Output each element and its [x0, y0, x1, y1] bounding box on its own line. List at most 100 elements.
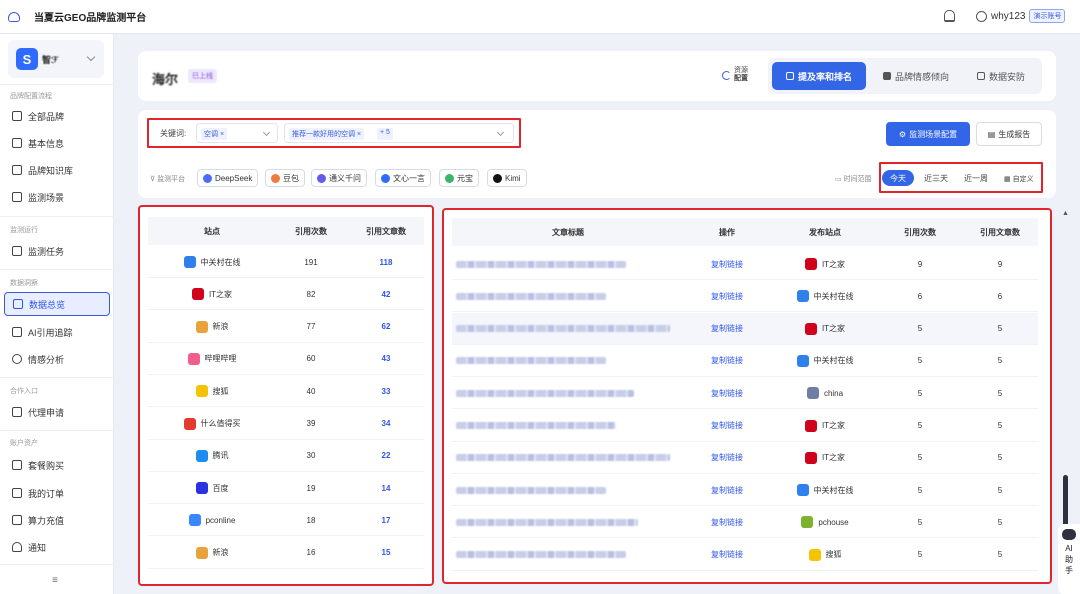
platform-chip-3[interactable]: 文心一言 [375, 169, 431, 187]
copy-link-button[interactable]: 复制链接 [684, 377, 770, 409]
resource-config-button[interactable]: 资源 配置 [722, 67, 748, 83]
article-title-cell[interactable] [456, 442, 684, 474]
sidebar-item-buy-plan[interactable]: 套餐购买 [4, 453, 110, 477]
ai-assistant-button[interactable]: AI 助 手 [1058, 524, 1080, 594]
header-site: 站点 [204, 226, 220, 236]
sidebar-item-orders[interactable]: 我的订单 [4, 481, 110, 505]
publish-site-cell: 中关村在线 [770, 280, 880, 312]
platform-chip-5[interactable]: Kimi [487, 169, 527, 187]
copy-link-button[interactable]: 复制链接 [684, 539, 770, 571]
copy-link-button[interactable]: 复制链接 [684, 474, 770, 506]
article-title-cell[interactable] [456, 280, 684, 312]
table-row: 复制链接 中关村在线 5 5 [452, 474, 1038, 507]
sidebar-item-knowledge-base[interactable]: 品牌知识库 [4, 158, 110, 182]
time-week-button[interactable]: 近一周 [958, 170, 994, 186]
site-cell: 搜狐 [148, 375, 276, 407]
copy-link-button[interactable]: 复制链接 [684, 410, 770, 442]
article-count: 14 [381, 483, 391, 493]
scene-chip[interactable]: 推荐一款好用的空调 × [289, 128, 365, 140]
bell-icon [12, 542, 22, 552]
platform-chip-0[interactable]: DeepSeek [197, 169, 259, 187]
sidebar-item-notifications[interactable]: 通知 [4, 535, 110, 559]
copy-link-button[interactable]: 复制链接 [684, 506, 770, 538]
keyword-chip[interactable]: 空调 × [201, 128, 228, 140]
table-row: 复制链接 IT之家 5 5 [452, 442, 1038, 474]
tab-mention-ranking[interactable]: 提及率和排名 [772, 62, 866, 90]
time-today-button[interactable]: 今天 [882, 170, 914, 186]
publish-site-cell: IT之家 [770, 248, 880, 280]
sidebar-item-all-brands[interactable]: 全部品牌 [4, 104, 110, 128]
keyword-select[interactable]: 空调 × [196, 123, 278, 143]
platform-chip-4[interactable]: 元宝 [439, 169, 479, 187]
bell-icon[interactable] [944, 10, 955, 22]
custom-range-button[interactable]: ▦ 自定义 [1004, 174, 1034, 184]
brand-status-tag: 已上线 [188, 69, 217, 83]
copy-link-button[interactable]: 复制链接 [684, 313, 770, 345]
tab-data-security[interactable]: 数据安防 [964, 62, 1038, 90]
group-label-insights: 数据洞察 [10, 280, 38, 287]
platform-name: 元宝 [457, 173, 473, 183]
site-logo-icon [801, 516, 814, 529]
article-title-cell[interactable] [456, 313, 684, 345]
tab-sentiment[interactable]: 品牌情感倾向 [872, 62, 960, 90]
document-icon [12, 138, 22, 148]
site-logo-icon [195, 320, 208, 333]
scene-more-chip[interactable]: + 5 [377, 128, 393, 140]
article-title-cell[interactable] [456, 410, 684, 442]
time-3days-button[interactable]: 近三天 [918, 170, 954, 186]
scene-config-button[interactable]: ⚙ 监测场景配置 [886, 122, 970, 146]
brand-switcher[interactable]: S 智ℱ [8, 40, 104, 78]
blurred-title [456, 292, 606, 300]
sidebar-item-agent-apply[interactable]: 代理申请 [4, 400, 110, 424]
sidebar-item-sentiment[interactable]: 情感分析 [4, 347, 110, 371]
copy-link-button[interactable]: 复制链接 [684, 442, 770, 474]
site-logo-icon [183, 417, 196, 430]
table-row: 搜狐 40 33 [148, 375, 424, 408]
header-title: 文章标题 [552, 227, 584, 237]
sidebar-item-basic-info[interactable]: 基本信息 [4, 131, 110, 155]
table-row: 哔哩哔哩 60 43 [148, 343, 424, 375]
sidebar-item-monitor-tasks[interactable]: 监测任务 [4, 239, 110, 263]
sidebar-item-monitor-scenes[interactable]: 监测场景 [4, 185, 110, 209]
wallet-icon [12, 515, 22, 525]
keyword-chip-label: 空调 [204, 131, 218, 138]
site-logo-icon [195, 449, 208, 462]
table-row: 新浪 77 62 [148, 311, 424, 343]
platform-chip-1[interactable]: 豆包 [265, 169, 305, 187]
sidebar-item-label: 代理申请 [28, 407, 65, 418]
platform-chip-2[interactable]: 通义千问 [311, 169, 367, 187]
user-menu[interactable]: why123 演示账号 [976, 9, 1066, 23]
site-name: 哔哩哔哩 [204, 354, 237, 364]
sidebar-item-ai-citation[interactable]: AI引用追踪 [4, 320, 110, 344]
scroll-up-icon[interactable]: ▲ [1062, 210, 1069, 217]
generate-report-button[interactable]: ▤ 生成报告 [976, 122, 1042, 146]
divider [0, 564, 114, 565]
copy-link-button[interactable]: 复制链接 [684, 280, 770, 312]
article-title-cell[interactable] [456, 506, 684, 538]
site-cell: 哔哩哔哩 [148, 343, 276, 375]
demo-badge: 演示账号 [1029, 9, 1066, 23]
table-row: 腾讯 30 22 [148, 440, 424, 472]
article-count: 5 [997, 388, 1003, 398]
article-title-cell[interactable] [456, 248, 684, 280]
site-name: 新浪 [212, 322, 229, 332]
copy-link-button[interactable]: 复制链接 [684, 345, 770, 377]
collapse-sidebar-icon[interactable]: ≡ [52, 575, 58, 586]
article-title-cell[interactable] [456, 474, 684, 506]
article-title-cell[interactable] [456, 345, 684, 377]
sidebar-item-recharge[interactable]: 算力充值 [4, 508, 110, 532]
blurred-title [456, 551, 626, 559]
copy-link-button[interactable]: 复制链接 [684, 248, 770, 280]
article-title-cell[interactable] [456, 539, 684, 571]
article-title-cell[interactable] [456, 377, 684, 409]
cite-count: 5 [917, 421, 923, 430]
brand-tabs: 提及率和排名 品牌情感倾向 数据安防 [768, 58, 1042, 94]
calendar-icon: ▦ [1004, 176, 1011, 183]
sidebar-item-data-overview[interactable]: 数据总览 [4, 292, 110, 316]
site-logo-icon [808, 548, 821, 561]
site-name: IT之家 [821, 453, 846, 463]
lock-icon [976, 72, 985, 80]
scene-select[interactable]: 推荐一款好用的空调 × + 5 [284, 123, 514, 143]
platform-name: 文心一言 [393, 173, 425, 183]
header-articles: 引用文章数 [366, 226, 406, 236]
